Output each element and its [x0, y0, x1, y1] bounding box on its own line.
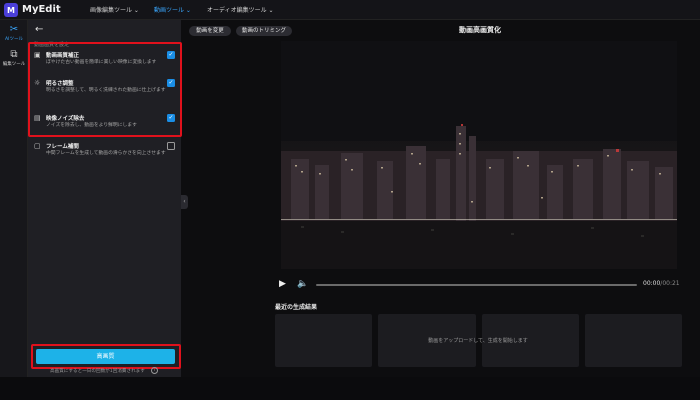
highlight-box-button	[31, 344, 181, 369]
total-time: /00:21	[660, 280, 680, 287]
app-logo[interactable]: M	[4, 3, 18, 17]
magic-wand-icon: ✂	[9, 24, 19, 35]
feature-title: フレーム補間	[46, 144, 79, 150]
frame-interpolation-checkbox[interactable]	[167, 142, 175, 150]
recent-results-title: 最近の生成結果	[275, 304, 318, 311]
collapse-panel-handle[interactable]: ‹	[181, 195, 188, 209]
feature-description: 中間フレームを生成して動画の滑らかさを向上させます	[46, 151, 166, 156]
top-bar: M MyEdit 画像編集ツール ⌄ 動画ツール ⌄ オーディオ編集ツール ⌄	[0, 0, 700, 20]
seek-bar[interactable]	[316, 284, 637, 286]
usage-footnote: 高画質にすると一日の回数が1回消費されます	[50, 369, 145, 374]
rail-label: AIツール	[5, 37, 23, 42]
nav-audio-tools[interactable]: オーディオ編集ツール ⌄	[207, 5, 274, 14]
highlight-box-options	[28, 42, 182, 137]
play-icon[interactable]: ▶	[279, 279, 286, 289]
video-preview[interactable]	[281, 41, 677, 269]
trim-video-button[interactable]: 動画のトリミング	[236, 26, 292, 36]
current-time: 00:00	[643, 280, 661, 287]
bottom-bar	[0, 377, 700, 400]
volume-icon[interactable]: 🔈	[297, 279, 308, 289]
nav-image-tools[interactable]: 画像編集ツール ⌄	[90, 5, 139, 14]
tool-rail: ✂ AIツール ⧉ 編集ツール	[0, 20, 28, 377]
time-display: 00:00/00:21	[643, 280, 680, 287]
back-arrow-icon[interactable]: ←	[35, 24, 43, 35]
result-slot	[585, 314, 682, 367]
upload-hint: 動画をアップロードして、生成を開始します	[428, 338, 528, 344]
result-slot	[275, 314, 372, 367]
rail-item-ai-tools[interactable]: ✂ AIツール	[0, 24, 28, 43]
change-video-button[interactable]: 動画を変更	[189, 26, 231, 36]
layers-icon: ⧉	[10, 49, 18, 60]
page-title: 動画高画質化	[459, 26, 501, 34]
rail-item-edit-tools[interactable]: ⧉ 編集ツール	[0, 49, 28, 68]
night-cityscape-image	[281, 41, 677, 269]
frame-interpolation-icon: ▢	[34, 142, 41, 150]
info-icon[interactable]: i	[151, 367, 158, 374]
app-name[interactable]: MyEdit	[22, 4, 61, 15]
rail-label: 編集ツール	[2, 62, 26, 67]
nav-video-tools[interactable]: 動画ツール ⌄	[154, 5, 191, 14]
